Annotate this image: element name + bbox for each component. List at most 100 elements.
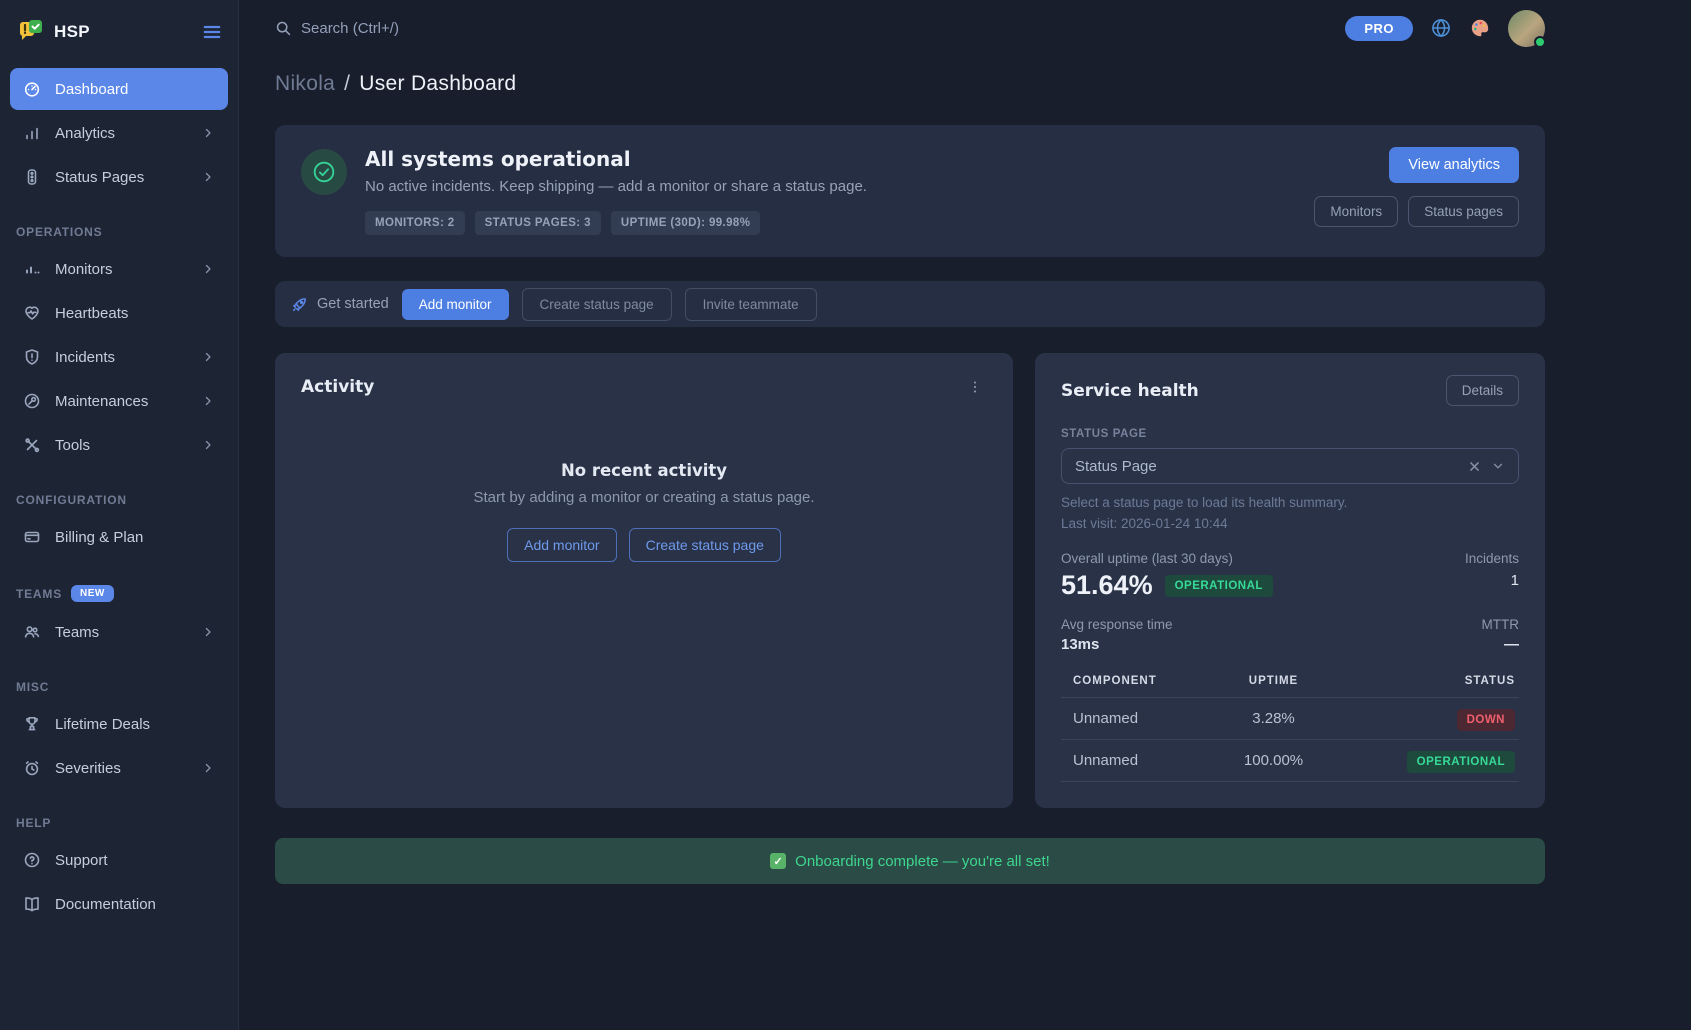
sidebar-item-label: Severities — [55, 760, 121, 777]
global-search[interactable] — [275, 20, 521, 37]
new-badge: NEW — [71, 585, 114, 602]
activity-card: Activity No recent activity Start by add… — [275, 353, 1013, 808]
sidebar-item-label: Teams — [55, 624, 99, 641]
onboarding-banner: ✓ Onboarding complete — you're all set! — [275, 838, 1545, 884]
create-status-page-button[interactable]: Create status page — [522, 288, 672, 321]
topbar: PRO — [275, 0, 1545, 56]
status-pages-count-chip: STATUS PAGES: 3 — [475, 211, 601, 235]
clear-selection-icon[interactable] — [1468, 460, 1481, 473]
status-pages-button[interactable]: Status pages — [1408, 196, 1519, 227]
sidebar-item-analytics[interactable]: Analytics — [10, 112, 228, 154]
uptime-status-badge: OPERATIONAL — [1165, 575, 1273, 597]
sidebar-item-documentation[interactable]: Documentation — [10, 883, 228, 925]
sidebar-item-severities[interactable]: Severities — [10, 747, 228, 789]
pro-badge[interactable]: PRO — [1345, 16, 1413, 41]
sidebar-item-label: Documentation — [55, 896, 156, 913]
credit-card-icon — [23, 528, 41, 546]
status-headline: All systems operational — [365, 147, 867, 171]
sidebar-item-tools[interactable]: Tools — [10, 424, 228, 466]
shield-alert-icon — [23, 348, 41, 366]
hamburger-menu-icon[interactable] — [202, 22, 222, 42]
app-logo-icon — [16, 18, 44, 46]
online-status-dot — [1534, 36, 1546, 48]
component-uptime: 100.00% — [1212, 740, 1324, 782]
view-analytics-button[interactable]: View analytics — [1389, 147, 1519, 183]
sidebar-section-configuration: CONFIGURATION — [16, 493, 222, 507]
chevron-right-icon — [201, 761, 215, 775]
uptime-chip: UPTIME (30D): 99.98% — [611, 211, 760, 235]
kebab-menu-icon[interactable] — [963, 375, 987, 399]
traffic-light-icon — [23, 168, 41, 186]
sidebar-item-label: Dashboard — [55, 81, 128, 98]
sidebar-item-heartbeats[interactable]: Heartbeats — [10, 292, 228, 334]
sidebar-item-label: Status Pages — [55, 169, 144, 186]
chevron-right-icon — [201, 170, 215, 184]
chevron-down-icon[interactable] — [1491, 459, 1505, 473]
empty-add-monitor-button[interactable]: Add monitor — [507, 528, 616, 562]
palette-icon[interactable] — [1469, 17, 1491, 39]
sidebar-item-billing-plan[interactable]: Billing & Plan — [10, 516, 228, 558]
sidebar-item-support[interactable]: Support — [10, 839, 228, 881]
service-health-card: Service health Details STATUS PAGE Statu… — [1035, 353, 1545, 808]
globe-icon[interactable] — [1430, 17, 1452, 39]
sidebar-item-label: Support — [55, 852, 108, 869]
sidebar-item-lifetime-deals[interactable]: Lifetime Deals — [10, 703, 228, 745]
details-button[interactable]: Details — [1446, 375, 1519, 406]
bar-chart-icon — [23, 124, 41, 142]
onboarding-banner-text: Onboarding complete — you're all set! — [795, 853, 1050, 870]
sidebar: HSP Dashboard Analytics Status Pages OPE… — [0, 0, 239, 1030]
empty-create-status-page-button[interactable]: Create status page — [629, 528, 781, 562]
breadcrumb-parent[interactable]: Nikola — [275, 72, 335, 96]
trophy-icon — [23, 715, 41, 733]
page-title: User Dashboard — [359, 72, 516, 96]
empty-state-subtitle: Start by adding a monitor or creating a … — [301, 489, 987, 506]
gauge-icon — [23, 80, 41, 98]
chevron-right-icon — [201, 262, 215, 276]
monitors-count-chip: MONITORS: 2 — [365, 211, 465, 235]
add-monitor-button[interactable]: Add monitor — [402, 289, 509, 320]
sidebar-section-help: HELP — [16, 816, 222, 830]
monitors-button[interactable]: Monitors — [1314, 196, 1398, 227]
search-input[interactable] — [301, 20, 521, 37]
component-uptime: 3.28% — [1212, 698, 1324, 740]
check-circle-icon — [301, 149, 347, 195]
sidebar-section-teams: TEAMS NEW — [16, 585, 222, 602]
component-name: Unnamed — [1061, 740, 1212, 782]
overall-uptime-label: Overall uptime (last 30 days) — [1061, 551, 1273, 566]
question-circle-icon — [23, 851, 41, 869]
sidebar-menu: Dashboard Analytics Status Pages OPERATI… — [0, 68, 238, 925]
sidebar-item-maintenances[interactable]: Maintenances — [10, 380, 228, 422]
chevron-right-icon — [201, 438, 215, 452]
avg-response-value: 13ms — [1061, 636, 1173, 653]
users-icon — [23, 623, 41, 641]
invite-teammate-button[interactable]: Invite teammate — [685, 288, 817, 321]
mttr-label: MTTR — [1482, 617, 1520, 632]
status-page-select[interactable]: Status Page — [1061, 448, 1519, 484]
breadcrumb-separator: / — [344, 72, 350, 96]
service-health-title: Service health — [1061, 381, 1199, 401]
chevron-right-icon — [201, 625, 215, 639]
incidents-label: Incidents — [1465, 551, 1519, 566]
sidebar-item-dashboard[interactable]: Dashboard — [10, 68, 228, 110]
chevron-right-icon — [201, 350, 215, 364]
system-status-actions: View analytics Monitors Status pages — [1314, 147, 1519, 235]
activity-title: Activity — [301, 377, 374, 397]
last-visit-text: Last visit: 2026-01-24 10:44 — [1061, 516, 1519, 531]
sidebar-item-incidents[interactable]: Incidents — [10, 336, 228, 378]
crossed-tools-icon — [23, 436, 41, 454]
sidebar-item-status-pages[interactable]: Status Pages — [10, 156, 228, 198]
table-row: Unnamed 100.00% OPERATIONAL — [1061, 740, 1519, 782]
sidebar-item-label: Heartbeats — [55, 305, 128, 322]
user-avatar[interactable] — [1508, 10, 1545, 47]
alarm-clock-icon — [23, 759, 41, 777]
get-started-label-wrap: Get started — [291, 296, 389, 313]
sidebar-item-monitors[interactable]: Monitors — [10, 248, 228, 290]
sidebar-item-teams[interactable]: Teams — [10, 611, 228, 653]
avg-response-label: Avg response time — [1061, 617, 1173, 632]
column-header-status: STATUS — [1324, 665, 1520, 698]
get-started-bar: Get started Add monitor Create status pa… — [275, 281, 1545, 327]
status-page-select-label: STATUS PAGE — [1061, 428, 1519, 440]
sidebar-item-label: Lifetime Deals — [55, 716, 150, 733]
system-status-left: All systems operational No active incide… — [301, 147, 867, 235]
get-started-label: Get started — [317, 296, 389, 312]
